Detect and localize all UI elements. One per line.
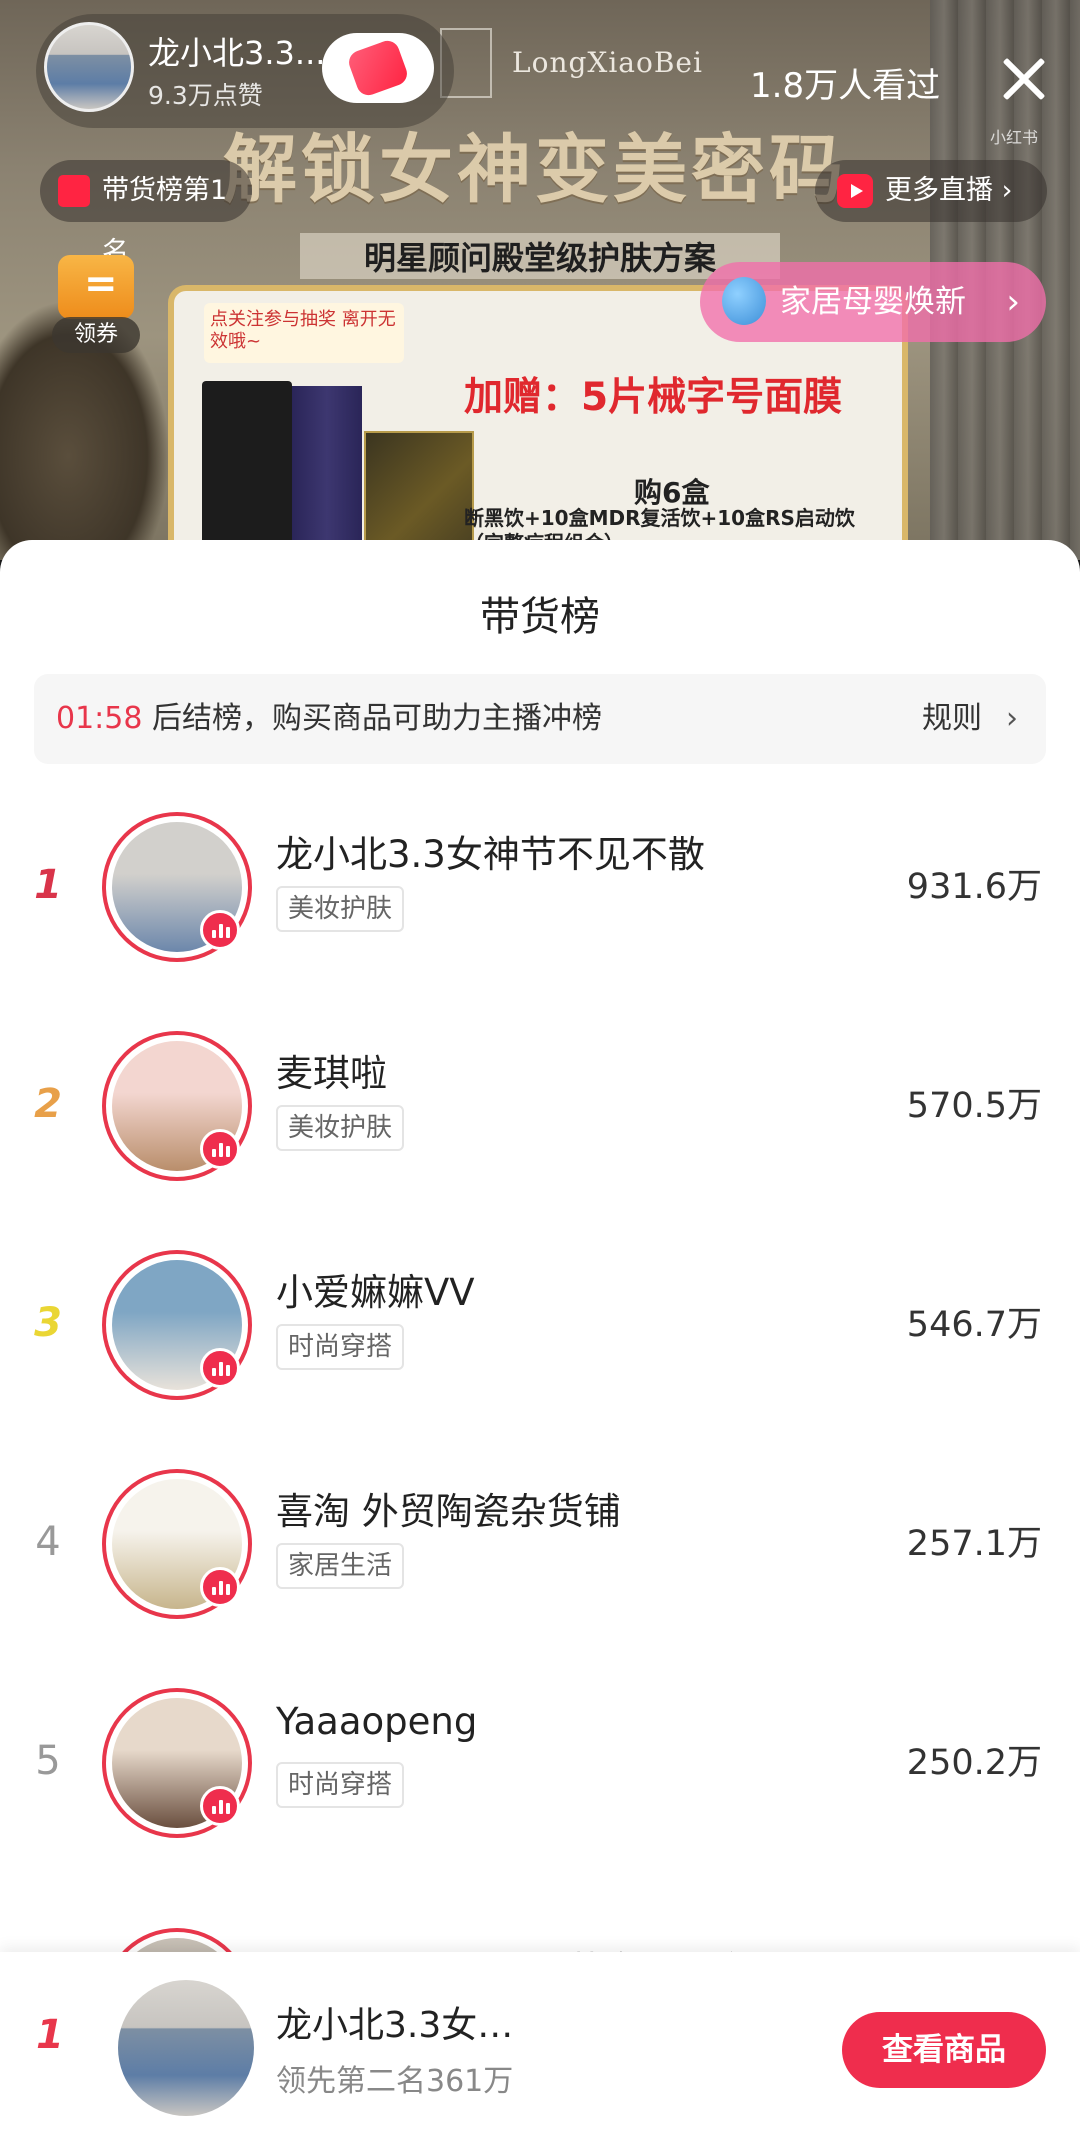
live-bars-icon (200, 910, 240, 950)
rules-link[interactable]: 规则 (922, 674, 982, 764)
ranking-row[interactable]: 3 小爱嫲嫲VV 时尚穿搭 546.7万 (0, 1240, 1080, 1460)
host-likes: 9.3万点赞 (148, 81, 263, 110)
home-promo-label: 家居母婴焕新 (780, 284, 966, 320)
board-sticker: 点关注参与抽奖 离开无效哦~ (204, 303, 404, 363)
ranking-row[interactable]: 1 龙小北3.3女神节不见不散 美妆护肤 931.6万 (0, 802, 1080, 1022)
notice-text: 后结榜，购买商品可助力主播冲榜 (152, 701, 603, 736)
current-streamer-avatar[interactable] (118, 1980, 254, 2116)
current-rank: 1 (36, 2012, 64, 2058)
play-icon (837, 174, 873, 208)
close-icon[interactable] (995, 50, 1051, 106)
sales-amount: 931.6万 (906, 867, 1042, 907)
board-offer-text: 购6盒 (634, 476, 710, 509)
home-promo-button[interactable]: 家居母婴焕新 › (700, 262, 1046, 342)
heart-icon (345, 37, 411, 99)
coupon-label: 领券 (52, 317, 140, 353)
ranking-row[interactable]: 5 Yaaaopeng 时尚穿搭 250.2万 (0, 1678, 1080, 1898)
product-image-purple (292, 386, 362, 560)
live-bars-icon (200, 1129, 240, 1169)
category-tag: 家居生活 (276, 1543, 405, 1589)
streamer-name: 小爱嫲嫲VV (276, 1271, 475, 1314)
category-tag: 时尚穿搭 (276, 1762, 405, 1808)
category-tag: 美妆护肤 (276, 1105, 405, 1151)
category-tag: 美妆护肤 (276, 886, 405, 932)
rank-badge-button[interactable]: 带货榜第1名 (40, 160, 252, 268)
rank-number: 4 (35, 1519, 61, 1565)
rank-number: 1 (34, 862, 62, 908)
chevron-right-icon[interactable]: › (1006, 674, 1018, 764)
live-bars-icon (200, 1567, 240, 1607)
board-gift-text: 加赠：5片械字号面膜 (464, 375, 843, 420)
host-avatar[interactable] (44, 22, 134, 112)
view-products-button[interactable]: 查看商品 (842, 2012, 1046, 2088)
streamer-name: Yaaaopeng (276, 1700, 478, 1743)
streamer-name: 麦琪啦 (276, 1052, 387, 1095)
shopping-bag-icon (58, 175, 90, 207)
coupon-button[interactable]: 领券 (52, 255, 140, 353)
sales-amount: 257.1万 (906, 1524, 1042, 1564)
streamer-name: 龙小北3.3女神节不见不散 (276, 833, 705, 876)
rank-number: 5 (35, 1738, 61, 1784)
coupon-icon (58, 255, 134, 319)
more-live-label: 更多直播 (885, 175, 993, 206)
ranking-row[interactable]: 2 麦琪啦美妆护肤 570.5万 (0, 1021, 1080, 1241)
viewer-count: 1.8万人看过 (750, 66, 941, 106)
host-name: 龙小北3.3... (148, 34, 326, 72)
my-rank-bar: 1 龙小北3.3女… 领先第二名361万 查看商品 (0, 1952, 1080, 2135)
stream-banner-subtitle: 明星顾问殿堂级护肤方案 (300, 233, 780, 279)
live-bars-icon (200, 1786, 240, 1826)
more-live-button[interactable]: 更多直播 › (815, 160, 1047, 222)
sales-amount: 250.2万 (906, 1743, 1042, 1783)
countdown-notice: 01:58 后结榜，购买商品可助力主播冲榜 规则 › (34, 674, 1046, 764)
watermark: 小红书 (990, 128, 1039, 147)
current-streamer-name: 龙小北3.3女… (276, 2005, 514, 2046)
brand-logo-text: LongXiaoBei (512, 46, 703, 79)
product-image-black (202, 381, 292, 560)
sheet-title: 带货榜 (480, 594, 600, 640)
streamer-name: 喜淘 外贸陶瓷杂货铺 (276, 1490, 621, 1533)
rank-number: 2 (34, 1081, 62, 1127)
balloon-icon (722, 277, 766, 325)
sales-amount: 570.5万 (906, 1086, 1042, 1126)
countdown-timer: 01:58 (56, 701, 143, 736)
live-bars-icon (200, 1348, 240, 1388)
chevron-right-icon: › (1006, 282, 1020, 322)
lead-text: 领先第二名361万 (276, 2064, 514, 2099)
follow-button[interactable] (322, 33, 434, 103)
category-tag: 时尚穿搭 (276, 1324, 405, 1370)
ranking-row[interactable]: 4 喜淘 外贸陶瓷杂货铺 家居生活 257.1万 (0, 1459, 1080, 1679)
ranking-sheet: 带货榜 01:58 后结榜，购买商品可助力主播冲榜 规则 › 1 龙小北3.3女神… (0, 540, 1080, 2135)
chevron-right-icon: › (1001, 175, 1013, 206)
rank-number: 3 (34, 1300, 62, 1346)
sales-amount: 546.7万 (906, 1305, 1042, 1345)
